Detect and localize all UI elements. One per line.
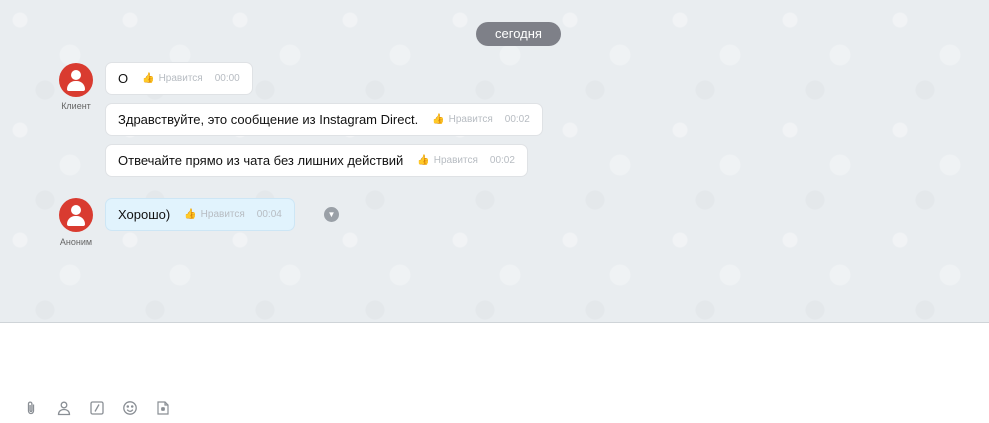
like-label: Нравится <box>448 114 493 125</box>
like-label: Нравится <box>200 209 245 220</box>
message-bubble[interactable]: Здравствуйте, это сообщение из Instagram… <box>105 103 543 136</box>
like-button[interactable]: 👍 Нравится <box>184 209 245 220</box>
author-name: Аноним <box>59 237 93 247</box>
message-time: 00:02 <box>489 155 515 166</box>
message-time: 00:00 <box>214 73 240 84</box>
message-time: 00:02 <box>504 114 530 125</box>
message-text: Здравствуйте, это сообщение из Instagram… <box>118 112 419 127</box>
user-body-icon <box>67 81 85 91</box>
thumbs-up-icon: 👍 <box>417 155 430 166</box>
avatar[interactable] <box>59 198 93 232</box>
thumbs-up-icon: 👍 <box>184 209 197 220</box>
message-bubble[interactable]: Хорошо) 👍 Нравится 00:04 <box>105 198 295 231</box>
author-name: Клиент <box>61 101 91 111</box>
like-button[interactable]: 👍 Нравится <box>432 114 493 125</box>
paperclip-icon[interactable] <box>14 398 47 418</box>
date-separator: сегодня <box>476 22 561 46</box>
person-icon[interactable] <box>47 398 80 418</box>
thumbs-up-icon: 👍 <box>142 73 155 84</box>
user-head-icon <box>71 70 81 80</box>
user-body-icon <box>67 216 85 226</box>
message-input[interactable] <box>0 324 989 394</box>
chat-history[interactable]: сегодня Клиент О 👍 Нравится 00:00 Здравст… <box>0 0 989 323</box>
like-label: Нравится <box>158 73 203 84</box>
composer-toolbar <box>14 398 179 418</box>
like-button[interactable]: 👍 Нравится <box>142 73 203 84</box>
composer <box>0 324 989 423</box>
user-head-icon <box>71 205 81 215</box>
slash-command-icon[interactable] <box>80 398 113 418</box>
message-text: О <box>118 71 129 86</box>
like-button[interactable]: 👍 Нравится <box>417 155 478 166</box>
like-label: Нравится <box>433 155 478 166</box>
avatar[interactable] <box>59 63 93 97</box>
message-text: Отвечайте прямо из чата без лишних дейст… <box>118 153 404 168</box>
sticker-icon[interactable] <box>146 398 179 418</box>
message-time: 00:04 <box>256 209 282 220</box>
message-text: Хорошо) <box>118 207 171 222</box>
message-menu-chevron-icon[interactable]: ▼ <box>324 207 339 222</box>
emoji-icon[interactable] <box>113 398 146 418</box>
thumbs-up-icon: 👍 <box>432 114 445 125</box>
message-bubble[interactable]: О 👍 Нравится 00:00 <box>105 62 253 95</box>
message-bubble[interactable]: Отвечайте прямо из чата без лишних дейст… <box>105 144 528 177</box>
